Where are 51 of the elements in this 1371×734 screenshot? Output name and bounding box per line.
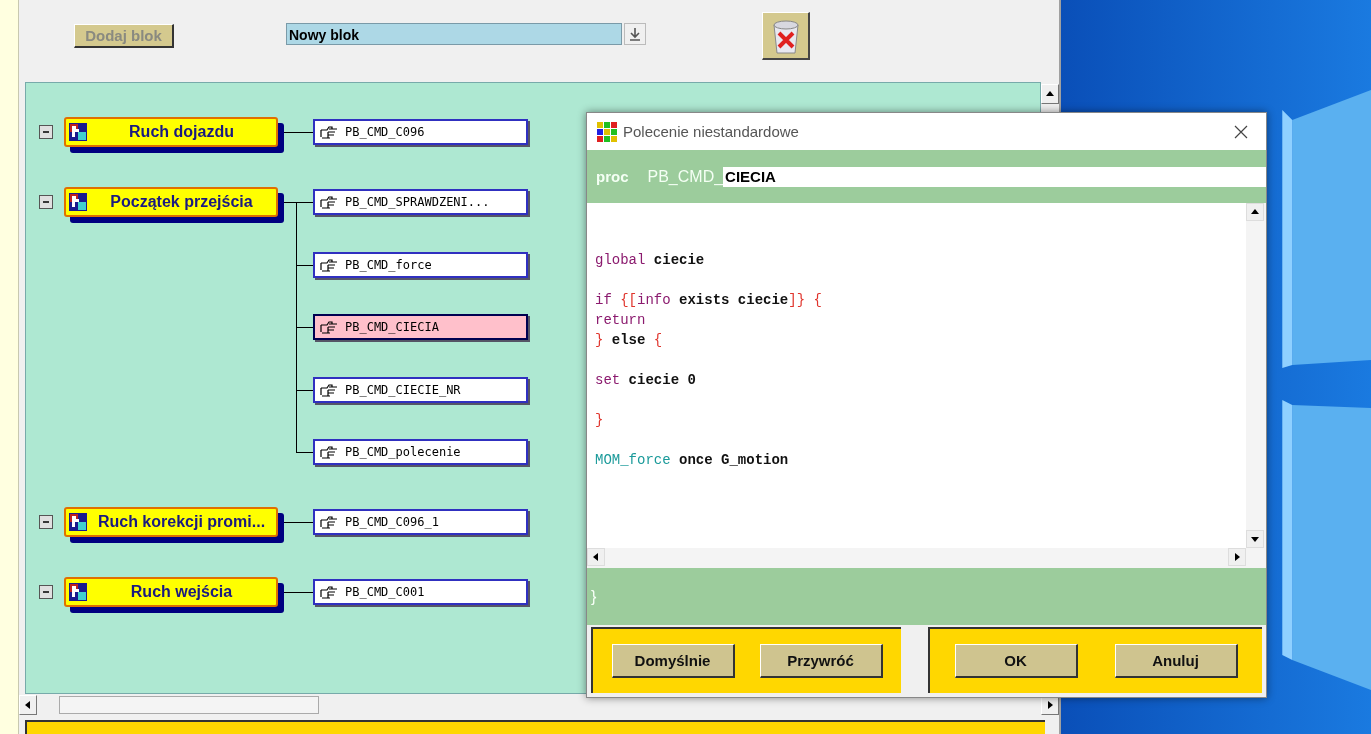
code-line: global ciecie — [595, 251, 705, 270]
code-line: set ciecie 0 — [595, 371, 696, 390]
code-line: if {[info exists ciecie]} { — [595, 291, 822, 310]
command-node[interactable]: PB_CMD_polecenie — [313, 439, 528, 465]
collapse-toggle[interactable] — [39, 195, 53, 209]
dialog-button[interactable]: Domyślnie — [611, 644, 735, 678]
puzzle-icon — [69, 513, 87, 531]
name-input[interactable]: CIECIA — [723, 166, 1266, 187]
pointing-hand-icon — [319, 256, 339, 273]
closing-brace: } — [591, 587, 597, 606]
puzzle-icon — [69, 583, 87, 601]
collapse-toggle[interactable] — [39, 125, 53, 139]
puzzle-icon — [69, 123, 87, 141]
dialog-button[interactable]: Anuluj — [1114, 644, 1238, 678]
scrollbar-thumb[interactable] — [59, 696, 319, 714]
dialog-button[interactable]: OK — [954, 644, 1078, 678]
pointing-hand-icon — [319, 444, 339, 460]
code-line: MOM_force once G_motion — [595, 451, 789, 470]
pointing-hand-icon — [319, 514, 339, 530]
pointing-hand-icon — [319, 584, 339, 600]
dialog-button[interactable]: Przywróć — [759, 644, 883, 678]
window-title: Polecenie niestandardowe — [623, 123, 800, 140]
command-node[interactable]: PB_CMD_force — [313, 251, 528, 278]
command-node[interactable]: PB_CMD_C001 — [313, 579, 528, 605]
pointing-hand-icon — [319, 124, 339, 140]
scroll-right-button[interactable] — [1228, 548, 1246, 566]
code-line: } else { — [595, 331, 663, 350]
command-node[interactable]: PB_CMD_C096 — [313, 119, 528, 145]
scroll-down-button[interactable] — [1246, 530, 1264, 548]
command-node[interactable]: PB_CMD_SPRAWDZENI... — [313, 189, 528, 215]
download-arrow-icon — [629, 27, 642, 41]
app-icon — [597, 121, 617, 142]
code-line: } — [595, 411, 604, 430]
block-select[interactable]: Nowy blok — [286, 23, 623, 45]
proc-keyword: proc — [596, 168, 629, 185]
command-node[interactable]: PB_CMD_CIECIE_NR — [313, 376, 528, 403]
pointing-hand-icon — [319, 381, 339, 398]
name-prefix: PB_CMD_ — [647, 167, 724, 186]
scroll-up-button[interactable] — [1246, 203, 1264, 221]
command-node[interactable]: PB_CMD_C096_1 — [313, 509, 528, 535]
pointing-hand-icon — [319, 319, 339, 335]
command-node[interactable]: PB_CMD_CIECIA — [313, 314, 528, 340]
scroll-left-button[interactable] — [587, 548, 605, 566]
code-line: return — [595, 311, 646, 330]
close-icon — [1234, 124, 1248, 139]
dropdown-button[interactable] — [624, 23, 646, 45]
pointing-hand-icon — [319, 194, 339, 210]
collapse-toggle[interactable] — [39, 515, 53, 529]
delete-button[interactable] — [762, 12, 810, 60]
puzzle-icon — [69, 193, 87, 211]
collapse-toggle[interactable] — [39, 585, 53, 599]
